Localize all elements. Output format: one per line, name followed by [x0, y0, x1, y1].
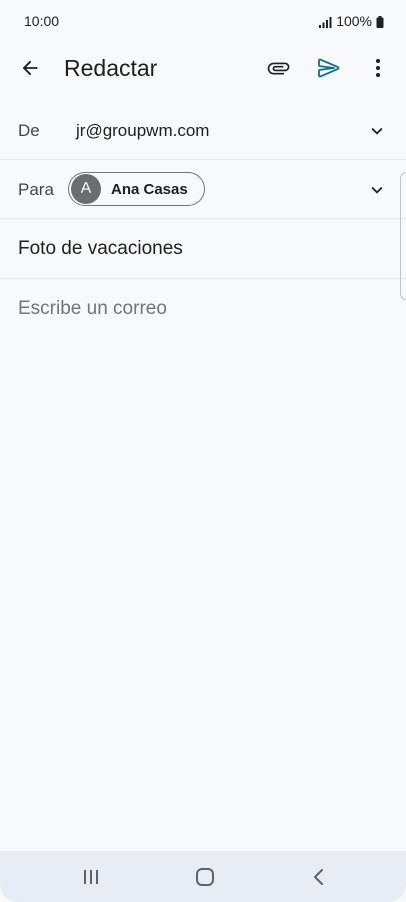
status-time: 10:00 [24, 13, 60, 29]
compose-screen: 10:00 100% Redactar De jr@groupwm.com Pa… [0, 0, 406, 902]
from-label: De [18, 121, 40, 140]
app-bar: Redactar [0, 44, 406, 92]
chevron-down-icon [371, 186, 383, 194]
send-button[interactable] [313, 52, 345, 84]
subject-input[interactable]: Foto de vacaciones [18, 238, 183, 260]
system-nav-bar [0, 851, 406, 902]
attach-button[interactable] [262, 52, 294, 84]
from-row: De jr@groupwm.com [0, 101, 406, 160]
nav-back-button[interactable] [304, 863, 334, 891]
status-bar: 10:00 100% [0, 0, 406, 44]
from-address[interactable]: jr@groupwm.com [76, 121, 209, 141]
recipient-chip[interactable]: A Ana Casas [68, 172, 205, 206]
nav-back-icon [314, 869, 323, 885]
home-icon [196, 868, 214, 886]
to-expand-button[interactable] [364, 177, 390, 203]
battery-icon [376, 15, 384, 28]
recipient-name: Ana Casas [111, 180, 188, 198]
paperclip-icon [267, 62, 290, 75]
edge-panel-handle[interactable] [400, 172, 406, 300]
send-icon [318, 58, 340, 78]
status-indicators: 100% [318, 13, 384, 29]
recents-button[interactable] [76, 863, 106, 891]
arrow-back-icon [22, 60, 38, 76]
avatar: A [71, 174, 101, 204]
to-row: Para A Ana Casas [0, 160, 406, 219]
recents-icon [84, 870, 98, 884]
body-input[interactable]: Escribe un correo [18, 298, 167, 320]
back-button[interactable] [14, 52, 46, 84]
from-expand-button[interactable] [364, 118, 390, 144]
more-vertical-icon [376, 59, 380, 77]
chevron-down-icon [371, 127, 383, 135]
more-options-button[interactable] [362, 52, 394, 84]
signal-bars-icon [318, 15, 332, 28]
to-label: Para [18, 180, 54, 199]
home-button[interactable] [190, 863, 220, 891]
subject-row: Foto de vacaciones [0, 220, 406, 279]
battery-percent: 100% [336, 13, 372, 29]
page-title: Redactar [64, 55, 158, 81]
